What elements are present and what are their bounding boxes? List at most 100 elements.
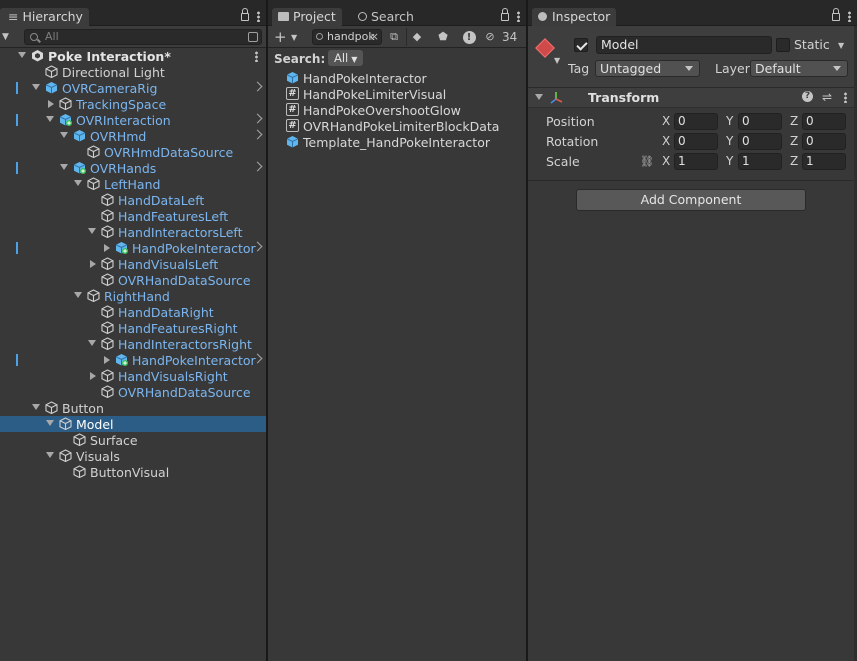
tag-dropdown[interactable]: Untagged [595,60,700,77]
create-dropdown-icon[interactable]: ▼ [2,32,9,42]
more-options-icon[interactable] [517,11,520,22]
filter-by-label-icon[interactable]: ⬟ [434,29,452,45]
expand-arrow-icon[interactable] [74,180,82,186]
expand-arrow-icon[interactable] [32,84,40,90]
scale-z-field[interactable]: 1 [802,153,846,170]
create-plus-icon[interactable]: + [274,28,287,46]
chevron-right-icon[interactable] [252,161,263,172]
position-z-field[interactable]: 0 [802,113,846,130]
clear-search-icon[interactable]: × [370,30,379,44]
project-result-item[interactable]: # OVRHandPokeLimiterBlockData [268,118,526,134]
help-icon[interactable]: ? [802,91,813,102]
active-checkbox[interactable] [574,38,588,52]
project-result-item[interactable]: HandPokeInteractor [268,70,526,86]
search-picker-icon[interactable]: ⧉ [385,29,403,45]
expand-arrow-icon[interactable] [46,420,54,426]
hierarchy-item[interactable]: OVRHands [0,160,266,176]
collapse-arrow-icon[interactable] [535,94,543,100]
hierarchy-item[interactable]: HandPokeInteractor [0,352,266,368]
hierarchy-item[interactable]: HandInteractorsRight [0,336,266,352]
presets-icon[interactable]: ⇌ [822,90,832,104]
hierarchy-item[interactable]: Model [0,416,266,432]
hierarchy-item[interactable]: OVRCameraRig [0,80,266,96]
scale-y-field[interactable]: 1 [738,153,782,170]
expand-arrow-icon[interactable] [74,292,82,298]
hierarchy-item[interactable]: HandPokeInteractor [0,240,266,256]
lock-icon[interactable] [501,8,509,21]
static-checkbox[interactable] [776,38,790,52]
hierarchy-item[interactable]: HandFeaturesLeft [0,208,266,224]
rotation-z-field[interactable]: 0 [802,133,846,150]
tab-hierarchy[interactable]: ≡ Hierarchy [0,8,89,26]
log-types-icon[interactable]: ! [460,29,478,45]
hierarchy-item[interactable]: HandDataRight [0,304,266,320]
chevron-right-icon[interactable] [252,81,263,92]
icon-dropdown-icon[interactable]: ▼ [554,56,560,65]
hierarchy-item[interactable]: Visuals [0,448,266,464]
hierarchy-item[interactable]: HandVisualsLeft [0,256,266,272]
lock-icon[interactable] [241,8,249,21]
hierarchy-item[interactable]: Directional Light [0,64,266,80]
filter-by-type-icon[interactable]: ◆ [408,29,426,45]
hierarchy-item[interactable]: RightHand [0,288,266,304]
collapse-arrow-icon[interactable] [90,260,96,268]
hierarchy-item[interactable]: HandVisualsRight [0,368,266,384]
hierarchy-search-input[interactable]: All [24,29,262,45]
expand-arrow-icon[interactable] [46,116,54,122]
tab-search[interactable]: Search [352,8,420,26]
project-result-item[interactable]: # HandPokeOvershootGlow [268,102,526,118]
chevron-right-icon[interactable] [252,129,263,140]
add-component-button[interactable]: Add Component [576,189,806,211]
collapse-arrow-icon[interactable] [104,356,110,364]
hierarchy-item[interactable]: OVRHandDataSource [0,272,266,288]
expand-arrow-icon[interactable] [88,340,96,346]
hierarchy-item[interactable]: LeftHand [0,176,266,192]
hierarchy-item[interactable]: Poke Interaction* [0,48,266,64]
static-dropdown-icon[interactable]: ▼ [838,41,844,50]
rotation-x-field[interactable]: 0 [674,133,718,150]
expand-arrow-icon[interactable] [60,132,68,138]
hierarchy-item[interactable]: HandDataLeft [0,192,266,208]
more-options-icon[interactable] [257,11,260,22]
tab-project[interactable]: Project [272,8,342,26]
hierarchy-item[interactable]: OVRInteraction [0,112,266,128]
search-scope-all-button[interactable]: All ▼ [328,50,364,66]
hidden-packages-icon[interactable]: ⊘ [484,29,496,45]
collapse-arrow-icon[interactable] [104,244,110,252]
constrain-proportions-icon[interactable]: ⛓ [640,155,654,168]
collapse-arrow-icon[interactable] [90,372,96,380]
hierarchy-item[interactable]: HandInteractorsLeft [0,224,266,240]
object-name-field[interactable]: Model [596,36,772,54]
position-y-field[interactable]: 0 [738,113,782,130]
position-x-field[interactable]: 0 [674,113,718,130]
layer-dropdown[interactable]: Default [750,60,848,77]
more-options-icon[interactable] [848,11,851,22]
hierarchy-item[interactable]: HandFeaturesRight [0,320,266,336]
search-picker-icon[interactable] [248,32,258,42]
hierarchy-item[interactable]: OVRHmd [0,128,266,144]
project-result-item[interactable]: Template_HandPokeInteractor [268,134,526,150]
component-menu-icon[interactable] [844,92,847,103]
expand-arrow-icon[interactable] [60,164,68,170]
expand-arrow-icon[interactable] [46,452,54,458]
expand-arrow-icon[interactable] [18,52,26,58]
scale-x-field[interactable]: 1 [674,153,718,170]
hierarchy-item[interactable]: OVRHmdDataSource [0,144,266,160]
expand-arrow-icon[interactable] [32,404,40,410]
expand-arrow-icon[interactable] [88,228,96,234]
hierarchy-item[interactable]: OVRHandDataSource [0,384,266,400]
project-search-input[interactable]: handpok × [312,29,382,45]
gameobject-icon[interactable] [535,38,555,58]
tab-inspector[interactable]: Inspector [532,8,617,26]
project-result-item[interactable]: # HandPokeLimiterVisual [268,86,526,102]
create-dropdown-icon[interactable]: ▼ [291,33,297,42]
hierarchy-item[interactable]: TrackingSpace [0,96,266,112]
hierarchy-item[interactable]: Surface [0,432,266,448]
lock-icon[interactable] [832,8,840,21]
collapse-arrow-icon[interactable] [48,100,54,108]
chevron-right-icon[interactable] [252,113,263,124]
transform-component-header[interactable]: Transform ? ⇌ [528,88,857,108]
scene-menu-icon[interactable] [255,51,258,62]
hierarchy-item[interactable]: Button [0,400,266,416]
hierarchy-item[interactable]: ButtonVisual [0,464,266,480]
